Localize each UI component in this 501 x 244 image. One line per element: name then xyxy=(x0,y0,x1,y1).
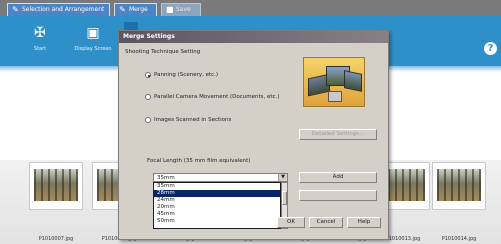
panorama-preview-image xyxy=(303,57,365,107)
cancel-button[interactable]: Cancel xyxy=(309,217,343,228)
focal-length-label: Focal Length (35 mm film equivalent) xyxy=(147,158,251,164)
dialog-title: Merge Settings xyxy=(119,31,388,43)
tab-bar: ✎ Selection and Arrangement ✎ Merge ■ Sa… xyxy=(0,0,501,16)
thumbnail-image xyxy=(34,169,78,201)
screen-icon: ▣ xyxy=(86,25,100,41)
tab-selection-arrangement[interactable]: ✎ Selection and Arrangement xyxy=(7,3,110,16)
save-icon: ■ xyxy=(166,5,174,14)
radio-parallel-movement[interactable] xyxy=(145,94,151,100)
thumbnail-filename: P1010014.jpg xyxy=(441,236,477,242)
tab-label: Save xyxy=(176,6,191,13)
radio-scanned-sections[interactable] xyxy=(145,117,151,123)
start-button[interactable]: ✠ Start xyxy=(22,22,58,64)
ok-button[interactable]: OK xyxy=(277,217,305,228)
tab-save[interactable]: ■ Save xyxy=(161,3,201,16)
radio-parallel-movement-label: Parallel Camera Movement (Documents, etc… xyxy=(154,94,280,100)
preview-panel-right xyxy=(344,70,362,92)
camera-icon xyxy=(328,91,342,102)
focal-length-value: 35mm xyxy=(157,175,175,181)
pencil-icon: ✎ xyxy=(119,5,126,14)
display-screen-button[interactable]: ▣ Display Screen xyxy=(66,22,120,64)
add-button[interactable]: Add xyxy=(299,172,377,183)
dropdown-option[interactable]: ... xyxy=(154,225,280,228)
shooting-technique-label: Shooting Technique Setting xyxy=(125,49,201,55)
dropdown-option[interactable]: 45mm xyxy=(154,211,280,218)
dropdown-option[interactable]: 50mm xyxy=(154,218,280,225)
radio-panning[interactable] xyxy=(145,72,151,78)
start-label: Start xyxy=(33,46,47,52)
dropdown-option[interactable]: 35mm xyxy=(154,183,280,190)
dropdown-option[interactable]: 24mm xyxy=(154,197,280,204)
chevron-down-icon[interactable]: ▼ xyxy=(278,174,287,181)
tab-label: Selection and Arrangement xyxy=(22,6,105,13)
thumbnail[interactable] xyxy=(432,162,486,210)
thumbnail-image xyxy=(437,169,481,201)
dropdown-option[interactable]: 20mm xyxy=(154,204,280,211)
radio-panning-label: Panning (Scenery, etc.) xyxy=(154,72,219,78)
focal-length-select[interactable]: 35mm ▼ xyxy=(153,173,288,182)
help-button[interactable]: Help xyxy=(347,217,381,228)
thumbnail[interactable] xyxy=(29,162,83,210)
remove-button[interactable] xyxy=(299,190,377,201)
thumbnail-filename: P1010007.jpg xyxy=(38,236,74,242)
focal-length-dropdown[interactable]: 35mm 28mm 24mm 20mm 45mm 50mm ... xyxy=(153,182,281,229)
crosshair-icon: ✠ xyxy=(34,25,46,41)
merge-settings-dialog: Merge Settings Shooting Technique Settin… xyxy=(118,30,389,240)
scrollbar-thumb[interactable] xyxy=(282,191,287,205)
display-screen-label: Display Screen xyxy=(74,46,112,52)
tab-label: Merge xyxy=(129,6,148,13)
help-icon[interactable]: ? xyxy=(484,42,497,55)
pencil-icon: ✎ xyxy=(12,5,19,14)
tab-merge[interactable]: ✎ Merge xyxy=(114,3,157,16)
detailed-settings-button[interactable]: Detailed Settings... xyxy=(299,129,377,140)
dropdown-option[interactable]: 28mm xyxy=(154,190,280,197)
radio-scanned-sections-label: Images Scanned in Sections xyxy=(154,117,232,123)
